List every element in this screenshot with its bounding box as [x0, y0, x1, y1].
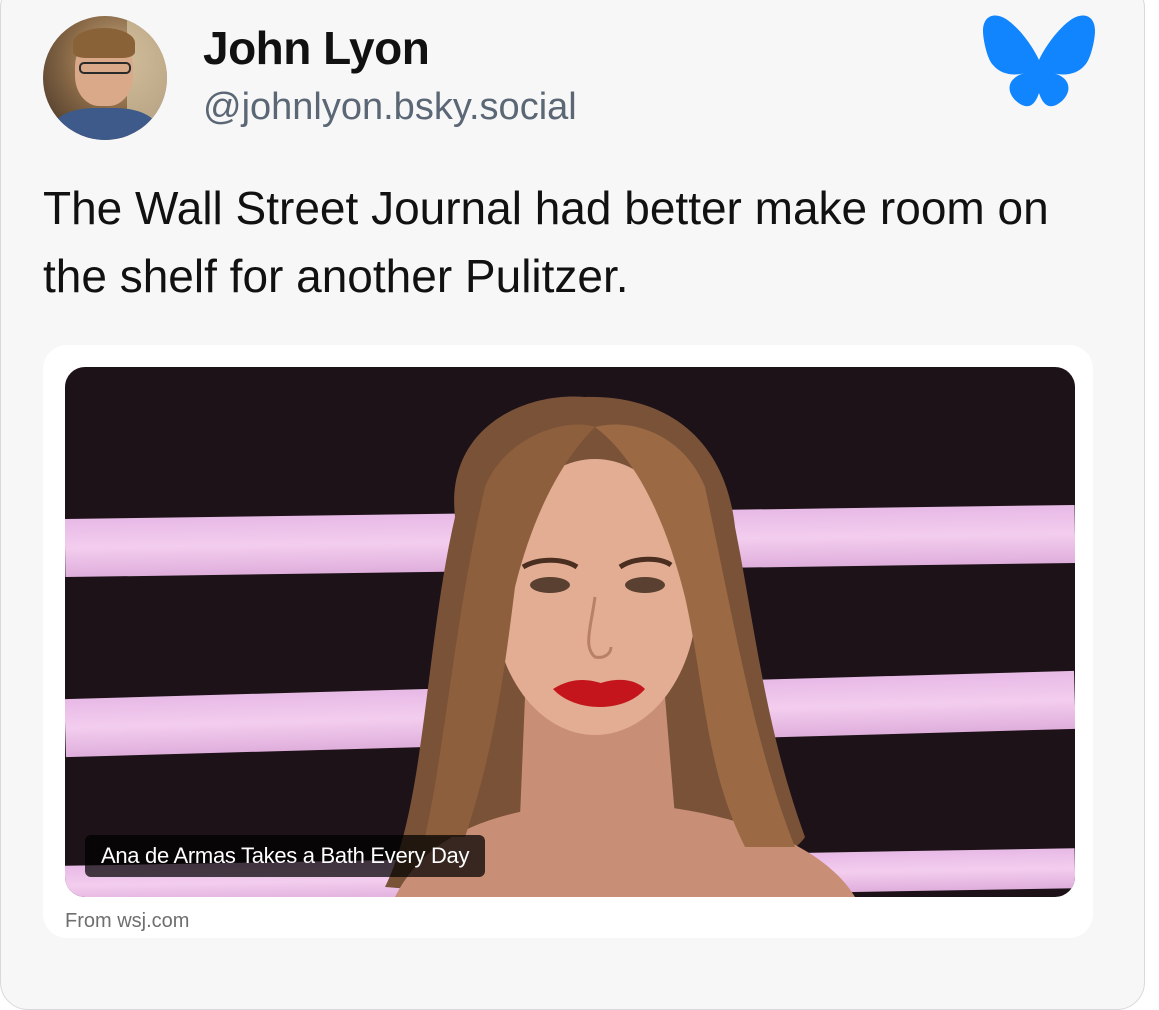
- avatar-glasses: [79, 62, 131, 74]
- avatar-hair: [73, 28, 135, 58]
- post-card[interactable]: John Lyon @johnlyon.bsky.social The Wall…: [0, 0, 1145, 1010]
- author-handle[interactable]: @johnlyon.bsky.social: [203, 86, 577, 129]
- link-thumbnail-image[interactable]: Ana de Armas Takes a Bath Every Day: [65, 367, 1075, 897]
- avatar-shirt: [53, 108, 157, 140]
- post-text: The Wall Street Journal had better make …: [43, 182, 1049, 302]
- author-display-name[interactable]: John Lyon: [203, 21, 430, 75]
- avatar[interactable]: [43, 16, 167, 140]
- link-title-caption: Ana de Armas Takes a Bath Every Day: [85, 835, 486, 877]
- link-preview-card[interactable]: Ana de Armas Takes a Bath Every Day From…: [43, 345, 1093, 938]
- link-source-domain: From wsj.com: [65, 910, 190, 932]
- portrait-illustration: [385, 396, 855, 897]
- bluesky-butterfly-icon: [983, 15, 1095, 107]
